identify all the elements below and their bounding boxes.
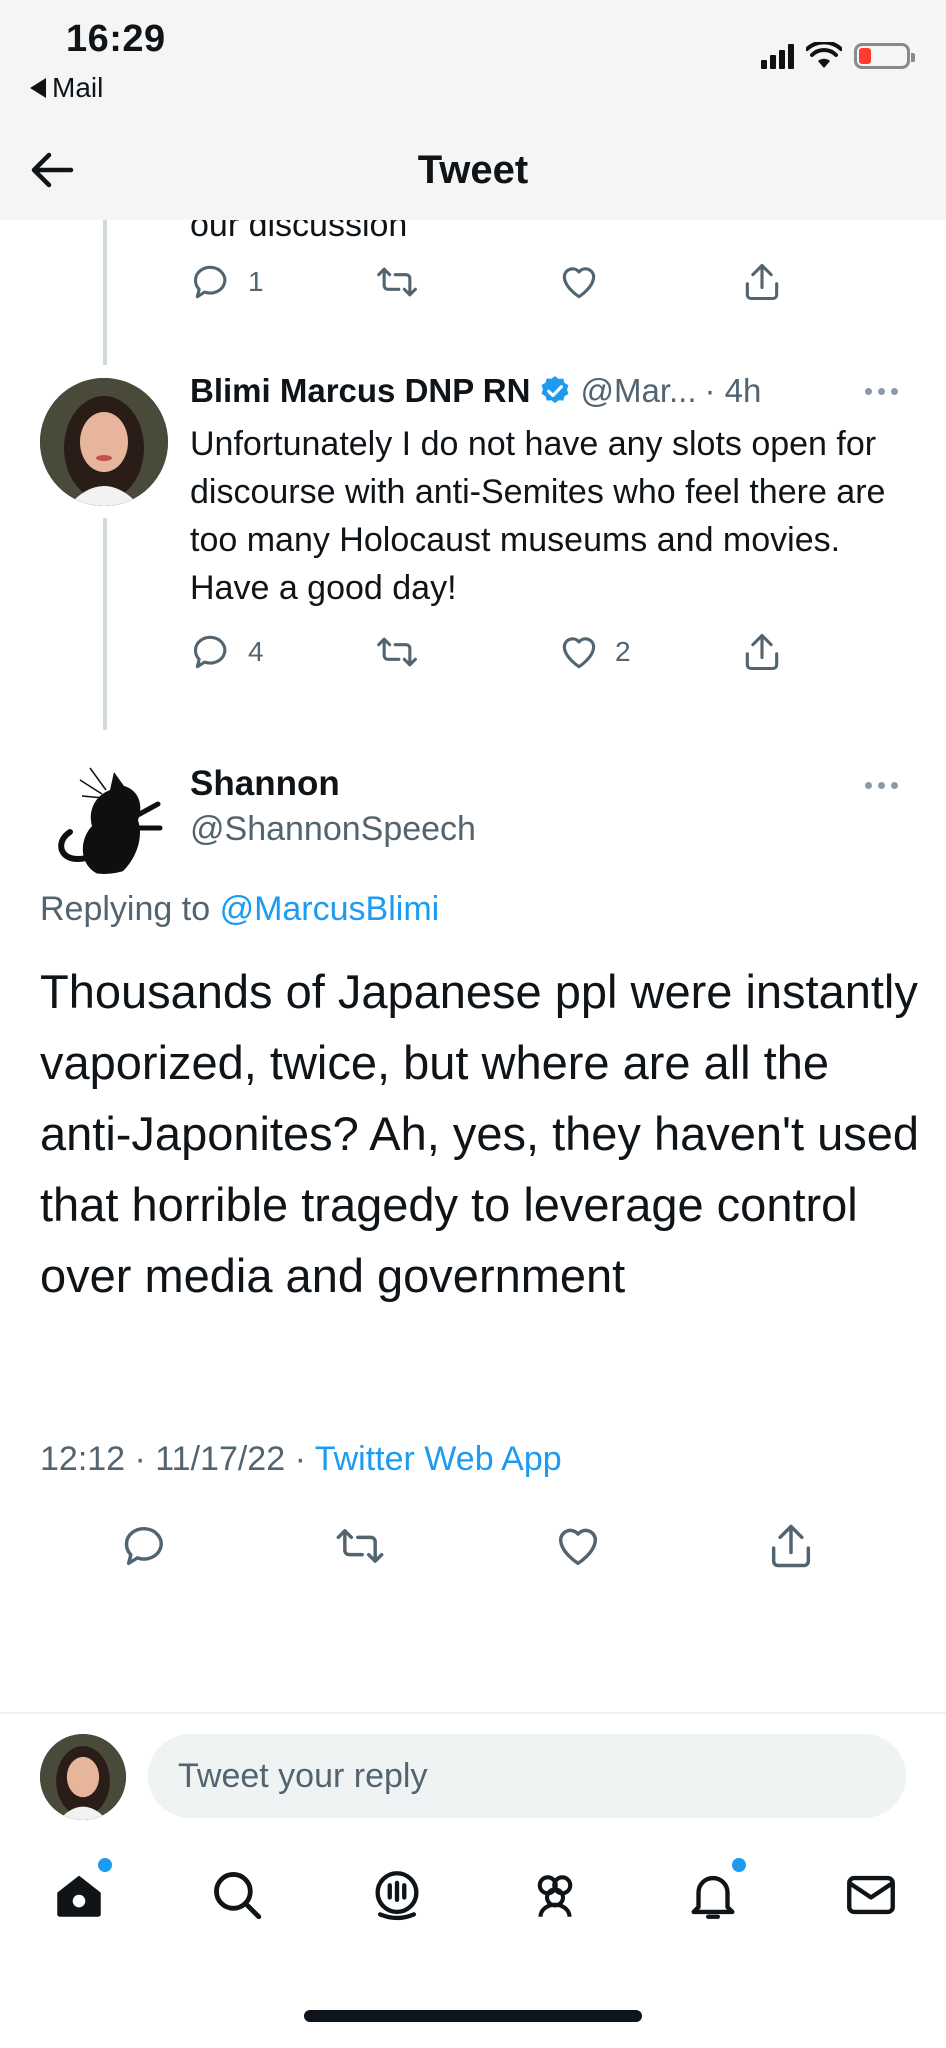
avatar[interactable]: [40, 378, 168, 506]
tweet-datetime: 12:12 · 11/17/22 ·: [40, 1440, 306, 1478]
like-button[interactable]: 2: [557, 630, 631, 674]
tab-search[interactable]: [202, 1860, 272, 1930]
main-tweet-text: Thousands of Japanese ppl were instantly…: [40, 965, 920, 1302]
spaces-icon: [375, 1871, 419, 1921]
divider: [0, 1712, 946, 1714]
unread-dot: [732, 1858, 746, 1872]
share-button[interactable]: [765, 1520, 817, 1572]
reply-tweet-header: Blimi Marcus DNP RN @Mar... · 4h: [190, 372, 761, 410]
home-indicator: [304, 2010, 642, 2022]
retweet-button[interactable]: [375, 260, 419, 304]
reply-button[interactable]: 4: [190, 630, 264, 674]
more-options-icon[interactable]: [865, 782, 898, 789]
page-title: Tweet: [417, 147, 529, 192]
reply-count: 1: [248, 266, 264, 297]
status-bar: 16:29 Mail: [0, 0, 946, 120]
my-avatar: [40, 1734, 126, 1820]
mention-link[interactable]: @MarcusBlimi: [220, 890, 440, 928]
wifi-icon: [806, 42, 842, 68]
status-time: 16:29: [66, 18, 166, 60]
handle: @ShannonSpeech: [190, 810, 476, 848]
share-icon: [745, 633, 779, 671]
messages-icon: [847, 1875, 895, 1915]
tab-bar: [0, 1858, 946, 1970]
like-button[interactable]: [552, 1520, 604, 1572]
status-indicators: [761, 42, 915, 70]
replying-to: Replying to @MarcusBlimi: [40, 890, 439, 929]
tab-notifications[interactable]: [678, 1858, 748, 1930]
unread-dot: [98, 1858, 112, 1872]
reply-button[interactable]: 1: [190, 260, 264, 304]
back-arrow-icon[interactable]: [26, 144, 78, 196]
tab-communities[interactable]: [520, 1860, 590, 1930]
tweet-metadata: 12:12 · 11/17/22 · Twitter Web App: [40, 1440, 562, 1479]
communities-icon: [537, 1875, 573, 1917]
retweet-button[interactable]: [375, 630, 419, 674]
tab-home[interactable]: [44, 1858, 114, 1930]
reply-count: 4: [248, 636, 264, 667]
share-icon: [771, 1524, 811, 1568]
share-icon: [745, 263, 779, 301]
retweet-button[interactable]: [334, 1520, 386, 1572]
avatar[interactable]: [40, 746, 168, 874]
handle: @Mar...: [580, 372, 697, 409]
reply-tweet-actions: 4 2: [0, 630, 946, 690]
cellular-signal-icon: [761, 43, 794, 69]
main-tweet-actions: [0, 1520, 946, 1584]
heart-icon: [562, 267, 596, 299]
back-triangle-icon: [30, 78, 46, 98]
heart-icon: [562, 637, 596, 669]
retweet-icon: [377, 637, 417, 667]
like-count: 2: [615, 636, 631, 667]
replying-prefix: Replying to: [40, 890, 211, 928]
retweet-icon: [336, 1529, 384, 1563]
reply-icon: [124, 1526, 163, 1566]
reply-button[interactable]: [120, 1520, 172, 1572]
display-name[interactable]: Blimi Marcus DNP RN: [190, 372, 530, 410]
share-button[interactable]: [740, 260, 784, 304]
search-icon: [214, 1872, 262, 1920]
more-options-icon[interactable]: [865, 388, 898, 395]
home-icon: [57, 1875, 101, 1917]
thread-line: [103, 518, 107, 730]
reply-tweet-text: Unfortunately I do not have any slots op…: [190, 425, 886, 607]
verified-badge-icon: [542, 376, 569, 404]
reply-input[interactable]: [148, 1734, 906, 1818]
heart-icon: [558, 1528, 598, 1566]
tab-messages[interactable]: [836, 1860, 906, 1930]
back-app-label: Mail: [52, 72, 104, 103]
retweet-icon: [377, 267, 417, 297]
reply-icon: [193, 265, 227, 299]
battery-icon: [854, 43, 915, 69]
tweet-source-link[interactable]: Twitter Web App: [315, 1440, 562, 1478]
reply-icon: [193, 635, 227, 669]
notifications-icon: [691, 1875, 735, 1919]
tweet-time: · 4h: [704, 372, 762, 409]
display-name[interactable]: Shannon: [190, 764, 340, 804]
previous-tweet-actions: 1: [0, 260, 946, 320]
like-button[interactable]: [557, 260, 601, 304]
share-button[interactable]: [740, 630, 784, 674]
nav-header: Tweet: [0, 120, 946, 220]
tab-spaces[interactable]: [362, 1860, 432, 1930]
back-to-mail[interactable]: Mail: [30, 72, 103, 104]
